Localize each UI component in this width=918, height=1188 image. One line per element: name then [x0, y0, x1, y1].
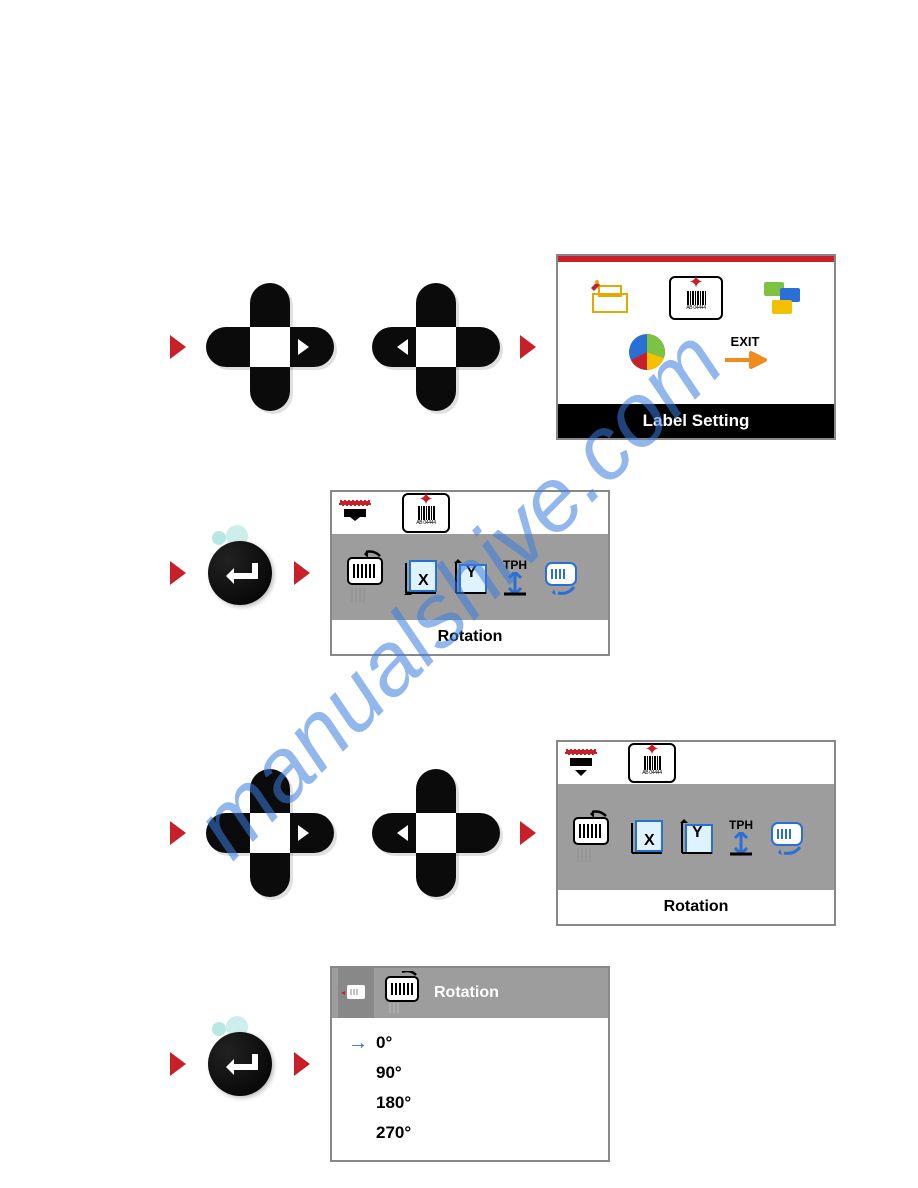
dpad-right-highlight-icon [298, 339, 309, 355]
screen-footer-label: Rotation [332, 620, 608, 654]
svg-text:Y: Y [466, 564, 477, 581]
back-icon [338, 968, 374, 1018]
step-arrow-icon [294, 561, 310, 585]
tab-darkness-icon [564, 748, 598, 778]
rotation-icon [344, 550, 390, 604]
step-arrow-icon [170, 561, 186, 585]
rotation-header-label: Rotation [434, 984, 499, 1002]
rotation-option[interactable]: → 0° [348, 1028, 592, 1058]
devices-icon [752, 274, 812, 322]
option-label: 90° [376, 1063, 402, 1083]
tab-label-icon: ✦ AB 04444 [628, 743, 676, 783]
rotation-submenu-screen-2: ✦ AB 04444 X Y [556, 740, 836, 926]
step-arrow-icon [520, 335, 536, 359]
feed-icon [540, 557, 584, 597]
label-setting-icon: ✦ AB 04444 [666, 274, 726, 322]
rotation-option[interactable]: 90° [348, 1058, 592, 1088]
option-label: 180° [376, 1093, 411, 1113]
svg-text:X: X [644, 832, 655, 849]
dpad-left-highlight-icon [397, 825, 408, 841]
tph-icon: TPH [500, 558, 530, 596]
step-arrow-icon [170, 821, 186, 845]
step-arrow-icon [520, 821, 536, 845]
screen-footer-label: Rotation [558, 890, 834, 924]
y-offset-icon: Y [450, 557, 490, 597]
rotation-submenu-screen: ✦ AB 04444 X Y [330, 490, 610, 656]
tab-label-icon: ✦ AB 04444 [402, 493, 450, 533]
rotation-option[interactable]: 180° [348, 1088, 592, 1118]
x-offset-icon: X [626, 817, 666, 857]
y-offset-icon: Y [676, 817, 716, 857]
tph-icon: TPH [726, 818, 756, 856]
exit-label: EXIT [731, 334, 760, 349]
dpad-right-highlight-icon [298, 825, 309, 841]
svg-text:X: X [418, 572, 429, 589]
pie-chart-icon [617, 328, 677, 376]
step-arrow-icon [170, 335, 186, 359]
svg-text:Y: Y [692, 824, 703, 841]
option-label: 270° [376, 1123, 411, 1143]
printer-setup-icon [580, 274, 640, 322]
dpad-left-button[interactable] [372, 283, 500, 411]
option-label: 0° [376, 1033, 392, 1053]
dpad-left-button[interactable] [372, 769, 500, 897]
step-arrow-icon [294, 1052, 310, 1076]
exit-icon: EXIT [715, 328, 775, 376]
dpad-right-button[interactable] [206, 283, 334, 411]
rotation-header-icon [382, 971, 426, 1015]
rotation-icon [570, 810, 616, 864]
enter-button[interactable] [206, 539, 274, 607]
dpad-right-button[interactable] [206, 769, 334, 897]
selected-arrow-icon: → [348, 1032, 366, 1055]
rotation-options-screen: Rotation → 0° 90° 180° 270° [330, 966, 610, 1162]
x-offset-icon: X [400, 557, 440, 597]
step-arrow-icon [170, 1052, 186, 1076]
feed-icon [766, 817, 810, 857]
screen-title-bar: Label Setting [558, 404, 834, 438]
rotation-option[interactable]: 270° [348, 1118, 592, 1148]
dpad-left-highlight-icon [397, 339, 408, 355]
tab-darkness-icon [338, 499, 372, 527]
label-setting-screen: ✦ AB 04444 [556, 254, 836, 440]
enter-button[interactable] [206, 1030, 274, 1098]
